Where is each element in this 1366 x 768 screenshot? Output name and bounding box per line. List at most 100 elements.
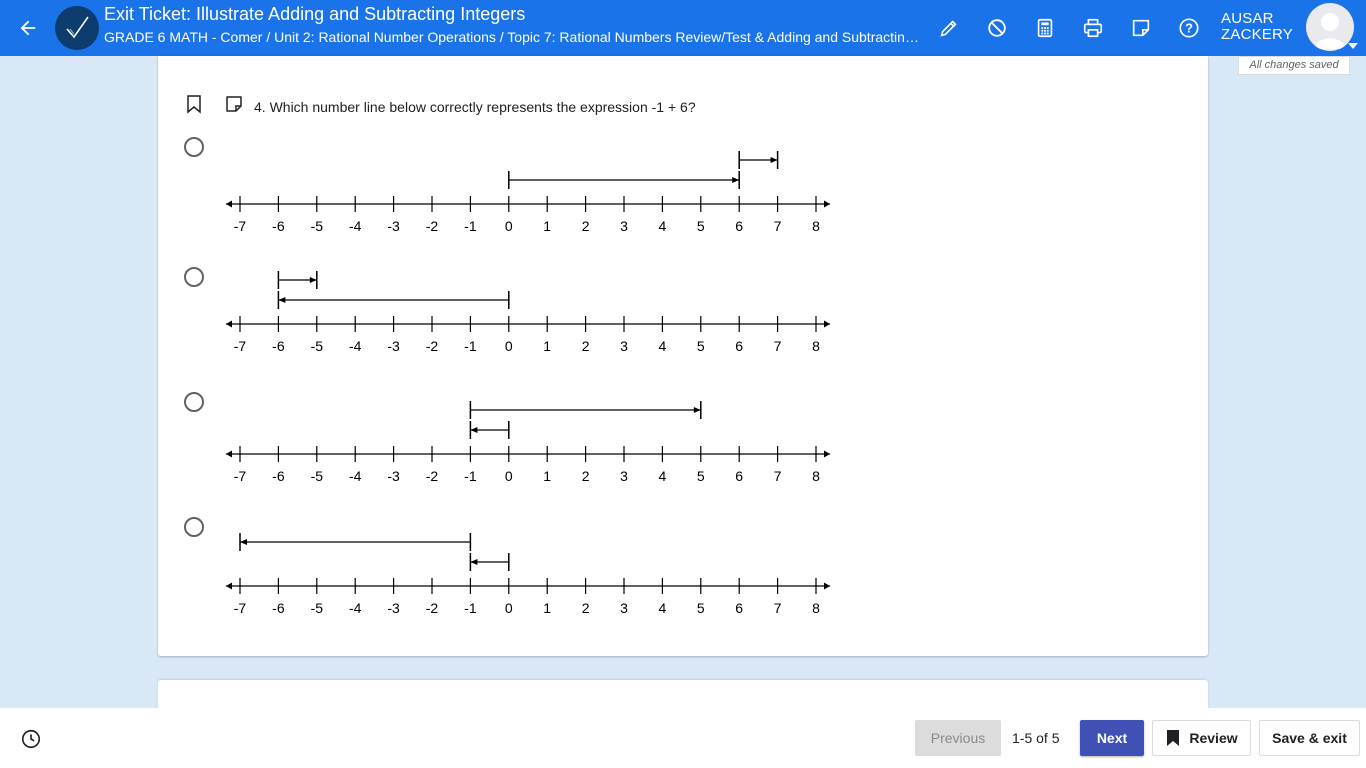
- axis-tick-label: 4: [659, 600, 667, 616]
- axis-tick-label: -6: [272, 218, 285, 234]
- assignment-title: Exit Ticket: Illustrate Adding and Subtr…: [104, 4, 526, 24]
- axis-tick-label: 3: [620, 338, 628, 354]
- save-status: All changes saved: [1238, 56, 1350, 75]
- axis-tick-label: -6: [272, 600, 285, 616]
- axis-tick-label: -2: [426, 600, 439, 616]
- svg-text:?: ?: [1185, 21, 1193, 36]
- clock-icon[interactable]: [20, 728, 42, 750]
- axis-tick-label: -5: [311, 218, 324, 234]
- axis-tick-label: -1: [464, 600, 477, 616]
- axis-tick-label: 1: [543, 338, 551, 354]
- axis-tick-label: -4: [349, 600, 362, 616]
- chevron-down-icon[interactable]: [1348, 43, 1358, 49]
- axis-tick-label: -4: [349, 468, 362, 484]
- axis-tick-label: 5: [697, 600, 705, 616]
- arrow-head: [278, 297, 286, 303]
- axis-tick-label: -1: [464, 338, 477, 354]
- axis-tick-label: -5: [311, 600, 324, 616]
- arrow-head: [309, 277, 317, 283]
- axis-tick-label: -4: [349, 218, 362, 234]
- axis-tick-label: 2: [582, 468, 590, 484]
- number-line-option-a: -7 -6 -5 -4 -3 -2 -1 0 1 2 3 4 5 6 7 8: [226, 151, 830, 234]
- axis-tick-label: -1: [464, 468, 477, 484]
- axis-tick-label: -2: [426, 218, 439, 234]
- previous-button[interactable]: Previous: [915, 720, 1001, 756]
- axis-tick-label: -1: [464, 218, 477, 234]
- axis-tick-label: 0: [505, 600, 513, 616]
- axis-tick-label: 2: [582, 338, 590, 354]
- back-arrow-icon[interactable]: [12, 12, 44, 44]
- bookmark-filled-icon: [1167, 730, 1180, 746]
- bookmark-icon[interactable]: [184, 94, 204, 114]
- pagination-indicator: 1-5 of 5: [1012, 730, 1060, 746]
- answer-option-a-radio[interactable]: [184, 137, 204, 157]
- app-logo: [55, 6, 99, 50]
- axis-tick-label: 6: [735, 600, 743, 616]
- axis-tick-label: -5: [311, 338, 324, 354]
- axis-tick-label: 8: [812, 600, 820, 616]
- review-button[interactable]: Review: [1152, 720, 1251, 756]
- answer-eliminator-icon[interactable]: [983, 14, 1011, 42]
- help-icon[interactable]: ?: [1175, 14, 1203, 42]
- axis-tick-label: 4: [659, 468, 667, 484]
- answer-option-b-radio[interactable]: [184, 267, 204, 287]
- axis-tick-label: -2: [426, 468, 439, 484]
- axis-tick-label: 7: [774, 468, 782, 484]
- axis-tick-label: -7: [234, 468, 247, 484]
- axis-right-arrowhead: [824, 200, 830, 208]
- next-button[interactable]: Next: [1080, 720, 1144, 756]
- arrow-head: [470, 427, 478, 433]
- user-name: AUSAR ZACKERY: [1221, 11, 1293, 43]
- axis-tick-label: 1: [543, 468, 551, 484]
- user-first-name: AUSAR: [1221, 10, 1274, 27]
- axis-tick-label: 6: [735, 338, 743, 354]
- number-line-option-b: -7 -6 -5 -4 -3 -2 -1 0 1 2 3 4 5 6 7 8: [226, 271, 830, 354]
- axis-tick-label: 7: [774, 600, 782, 616]
- axis-tick-label: 7: [774, 218, 782, 234]
- answer-option-c-radio[interactable]: [184, 392, 204, 412]
- axis-tick-label: -3: [387, 600, 400, 616]
- axis-tick-label: 2: [582, 218, 590, 234]
- arrow-head: [470, 559, 478, 565]
- highlighter-icon[interactable]: [935, 14, 963, 42]
- axis-tick-label: -7: [234, 218, 247, 234]
- axis-left-arrowhead: [226, 320, 232, 328]
- answer-option-d-radio[interactable]: [184, 517, 204, 537]
- axis-tick-label: -3: [387, 468, 400, 484]
- axis-tick-label: 3: [620, 218, 628, 234]
- footer-bar: Previous 1-5 of 5 Next Review Save & exi…: [0, 708, 1366, 768]
- axis-tick-label: 8: [812, 468, 820, 484]
- axis-tick-label: 8: [812, 218, 820, 234]
- axis-tick-label: 5: [697, 338, 705, 354]
- arrow-head: [693, 407, 701, 413]
- print-icon[interactable]: [1079, 14, 1107, 42]
- avatar[interactable]: [1306, 3, 1354, 51]
- save-exit-button[interactable]: Save & exit: [1259, 720, 1360, 756]
- axis-tick-label: 0: [505, 468, 513, 484]
- axis-tick-label: -2: [426, 338, 439, 354]
- number-line-option-c: -7 -6 -5 -4 -3 -2 -1 0 1 2 3 4 5 6 7 8: [226, 401, 830, 484]
- breadcrumb: GRADE 6 MATH - Comer / Unit 2: Rational …: [104, 29, 924, 45]
- axis-tick-label: 4: [659, 218, 667, 234]
- axis-tick-label: 8: [812, 338, 820, 354]
- number-line-option-d: -7 -6 -5 -4 -3 -2 -1 0 1 2 3 4 5 6 7 8: [226, 533, 830, 616]
- axis-right-arrowhead: [824, 582, 830, 590]
- axis-tick-label: 6: [735, 218, 743, 234]
- axis-tick-label: 0: [505, 338, 513, 354]
- axis-left-arrowhead: [226, 582, 232, 590]
- axis-tick-label: -5: [311, 468, 324, 484]
- question-text: 4. Which number line below correctly rep…: [254, 99, 696, 115]
- axis-tick-label: -3: [387, 338, 400, 354]
- note-icon[interactable]: [224, 94, 244, 114]
- axis-right-arrowhead: [824, 450, 830, 458]
- axis-left-arrowhead: [226, 200, 232, 208]
- axis-tick-label: 7: [774, 338, 782, 354]
- arrow-head: [732, 177, 740, 183]
- axis-tick-label: 6: [735, 468, 743, 484]
- axis-tick-label: 3: [620, 600, 628, 616]
- calculator-icon[interactable]: [1031, 14, 1059, 42]
- axis-tick-label: -7: [234, 338, 247, 354]
- question-card: 4. Which number line below correctly rep…: [158, 56, 1208, 656]
- axis-tick-label: -6: [272, 338, 285, 354]
- notepad-icon[interactable]: [1127, 14, 1155, 42]
